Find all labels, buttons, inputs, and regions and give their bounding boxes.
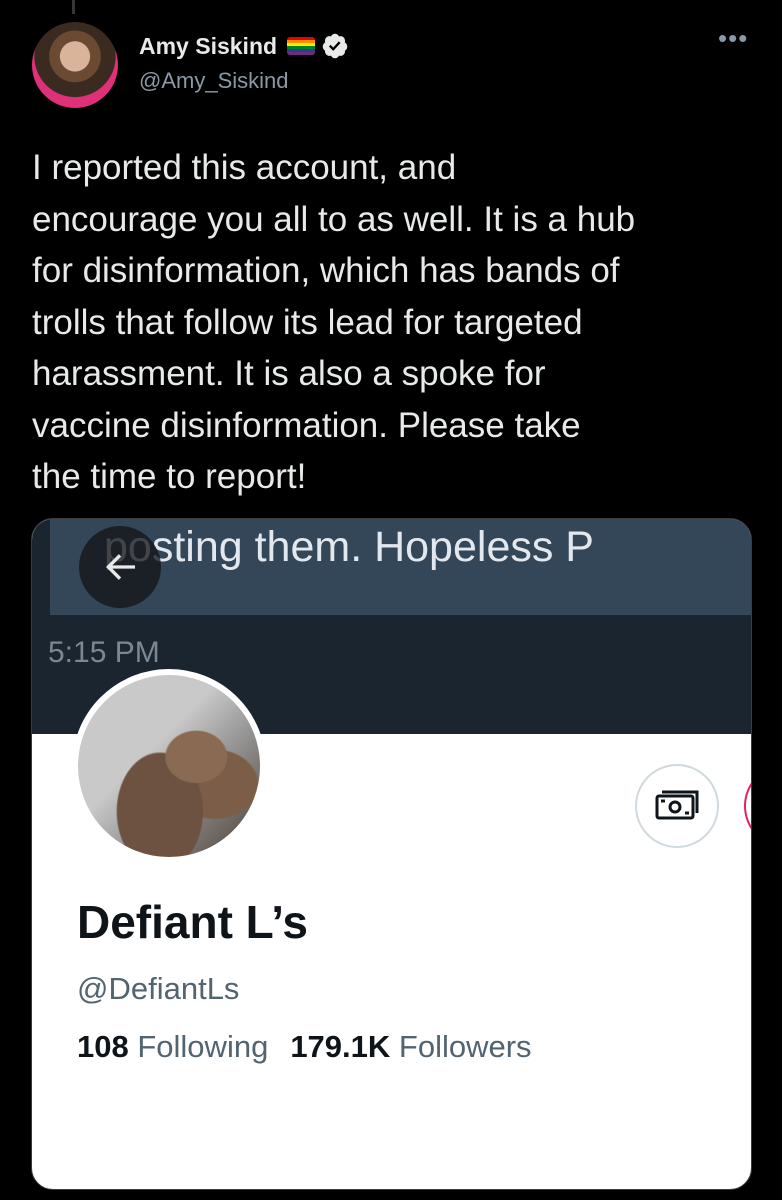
followers-stat[interactable]: 179.1K Followers [290,1029,531,1064]
followers-label: Followers [398,1029,532,1064]
profile-avatar[interactable] [72,669,266,863]
following-stat[interactable]: 108 Following [77,1029,268,1064]
embedded-profile-screenshot[interactable]: posting them. Hopeless P 5:15 PM Defiant… [31,518,752,1190]
profile-name: Defiant L’s [77,896,308,948]
notification-button-partial[interactable] [744,764,751,848]
banner-text: posting them. Hopeless P [104,523,594,571]
author-name-row[interactable]: Amy Siskind [139,32,349,60]
thread-connector-line [72,0,75,14]
verified-badge-icon [321,32,349,60]
author-avatar[interactable] [32,22,118,108]
author-name[interactable]: Amy Siskind [139,33,277,60]
money-icon [655,790,699,820]
tweet-text: I reported this account, and encourage y… [32,148,636,496]
rainbow-flag-icon [287,37,316,55]
author-handle[interactable]: @Amy_Siskind [139,68,289,94]
banner-timestamp: 5:15 PM [48,636,160,669]
tip-button[interactable] [635,764,719,848]
following-count: 108 [77,1029,129,1064]
profile-handle: @DefiantLs [77,971,240,1006]
following-label: Following [137,1029,269,1064]
back-button[interactable] [79,526,161,608]
profile-stats: 108 Following 179.1K Followers [77,1029,532,1065]
more-horizontal-icon[interactable]: ••• [718,25,748,51]
followers-count: 179.1K [290,1029,391,1064]
arrow-left-icon [105,554,135,580]
